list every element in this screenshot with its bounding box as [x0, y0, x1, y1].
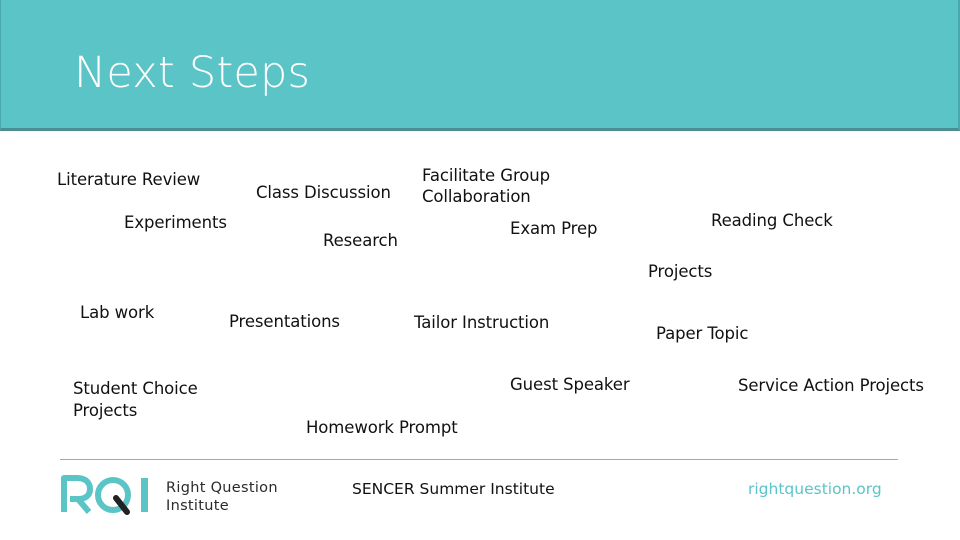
- footer-website-link[interactable]: rightquestion.org: [748, 480, 882, 498]
- footer-event-name: SENCER Summer Institute: [352, 480, 555, 498]
- logo-line-2: Institute: [166, 498, 229, 514]
- rqi-logo-mark-icon: [61, 475, 148, 515]
- item-class-discussion: Class Discussion: [256, 183, 391, 202]
- item-line-2: Projects: [73, 401, 138, 420]
- item-experiments: Experiments: [124, 213, 227, 232]
- logo-line-1: Right Question: [166, 480, 278, 496]
- rqi-logo: Right Question Institute: [60, 474, 300, 516]
- item-line-1: Student Choice: [73, 379, 198, 398]
- title-banner: Next Steps: [0, 0, 960, 131]
- item-student-choice-projects: Student Choice Projects: [73, 378, 198, 422]
- item-projects: Projects: [648, 262, 713, 281]
- item-lab-work: Lab work: [80, 303, 155, 322]
- item-literature-review: Literature Review: [57, 170, 201, 189]
- item-line-2: Collaboration: [422, 187, 531, 206]
- item-guest-speaker: Guest Speaker: [510, 375, 630, 394]
- item-homework-prompt: Homework Prompt: [306, 418, 458, 437]
- item-line-1: Facilitate Group: [422, 166, 550, 185]
- item-facilitate-group-collaboration: Facilitate Group Collaboration: [422, 165, 550, 207]
- footer-divider: [60, 459, 898, 460]
- item-service-action-projects: Service Action Projects: [738, 376, 924, 395]
- item-paper-topic: Paper Topic: [656, 324, 749, 343]
- item-research: Research: [323, 231, 398, 250]
- item-tailor-instruction: Tailor Instruction: [414, 313, 550, 332]
- item-reading-check: Reading Check: [711, 211, 833, 230]
- item-exam-prep: Exam Prep: [510, 219, 598, 238]
- slide-title: Next Steps: [74, 48, 311, 98]
- logo-wordmark: Right Question Institute: [166, 479, 278, 515]
- item-presentations: Presentations: [229, 312, 340, 331]
